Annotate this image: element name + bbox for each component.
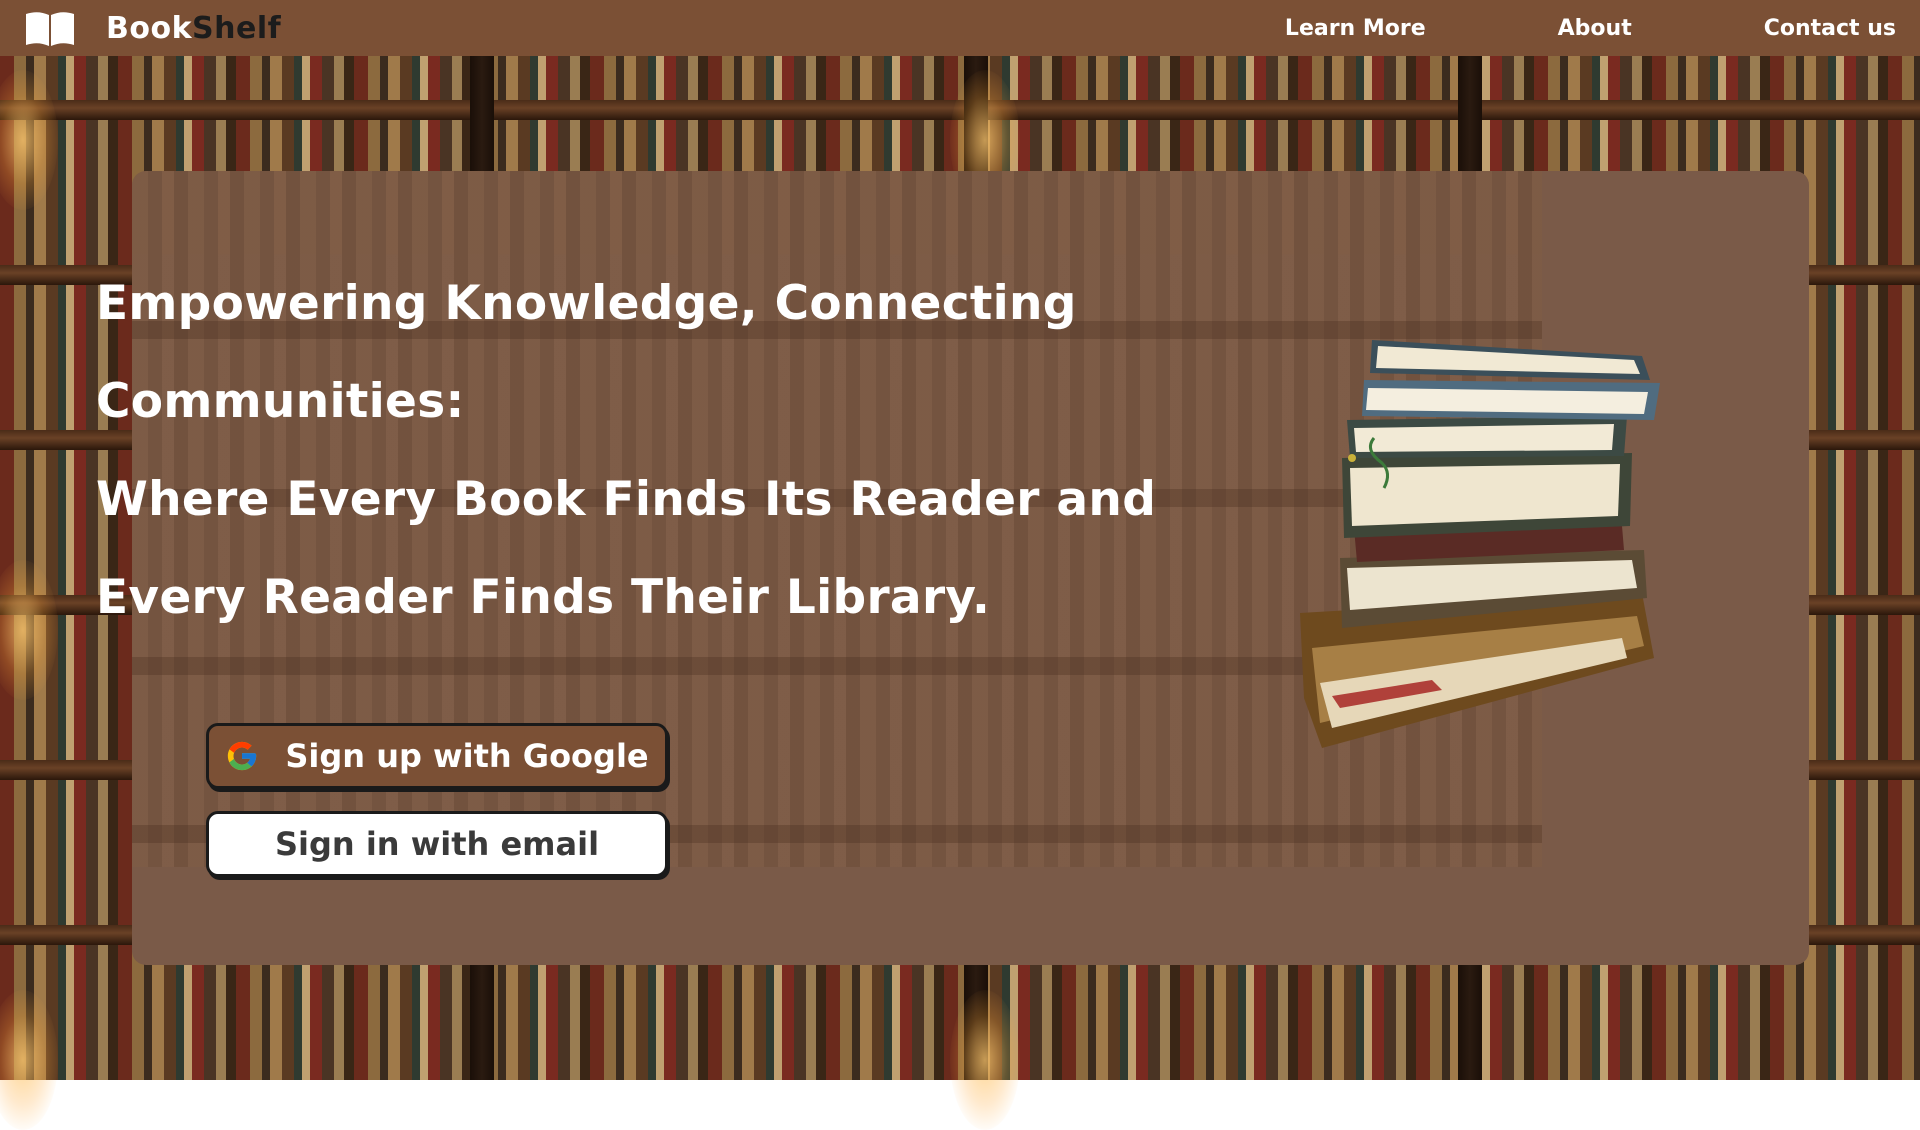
headline-line-4: Every Reader Finds Their Library.: [96, 570, 991, 625]
open-book-icon: [26, 12, 74, 47]
brand-name-part2: Shelf: [192, 10, 282, 46]
email-signin-label: Sign in with email: [274, 825, 600, 863]
candle-light: [0, 560, 58, 700]
brand-name-part1: Book: [106, 10, 193, 46]
hero-headline: Empowering Knowledge, Connecting Communi…: [96, 255, 1196, 647]
headline-line-2: Communities:: [96, 374, 465, 429]
google-logo-icon: [228, 741, 257, 771]
candle-light: [950, 990, 1020, 1130]
nav-link-learn-more[interactable]: Learn More: [1285, 16, 1426, 41]
brand-name: BookShelf: [106, 11, 281, 46]
brand[interactable]: BookShelf: [24, 0, 281, 56]
candle-light: [0, 990, 58, 1130]
headline-line-1: Empowering Knowledge, Connecting: [96, 276, 1077, 331]
google-signup-button[interactable]: Sign up with Google: [206, 723, 668, 789]
nav-link-about[interactable]: About: [1558, 16, 1632, 41]
nav-link-contact-us[interactable]: Contact us: [1764, 16, 1896, 41]
top-navbar: BookShelf Learn More About Contact us: [0, 0, 1920, 56]
candle-light: [0, 70, 58, 210]
google-signup-label: Sign up with Google: [285, 737, 649, 775]
book-stack-illustration: [1300, 340, 1660, 748]
email-signin-button[interactable]: Sign in with email: [206, 811, 668, 877]
headline-line-3: Where Every Book Finds Its Reader and: [96, 472, 1157, 527]
main-nav: Learn More About Contact us: [1285, 0, 1896, 56]
